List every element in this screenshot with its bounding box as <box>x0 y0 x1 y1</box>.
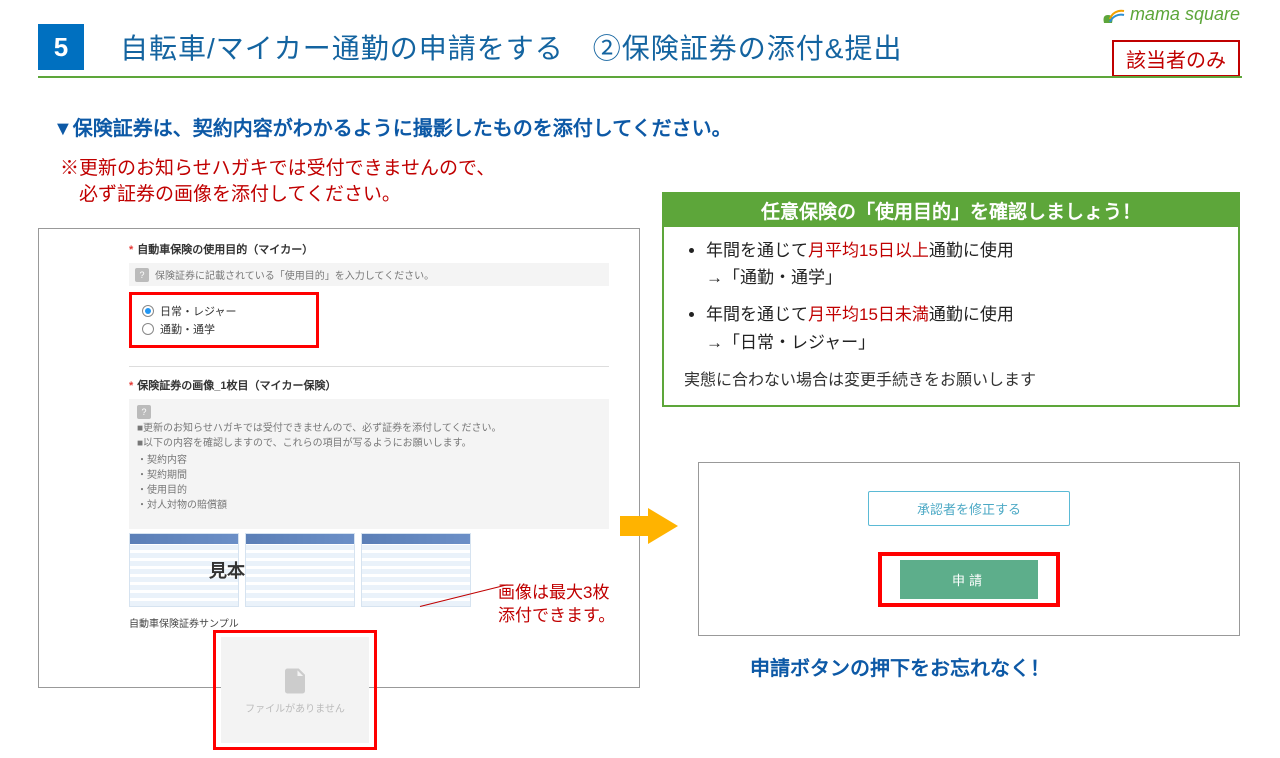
file-placeholder-text: ファイルがありません <box>245 700 345 715</box>
usage-purpose-info-box: 任意保険の「使用目的」を確認しましょう！ 年間を通じて月平均15日以上通勤に使用… <box>662 192 1240 407</box>
submit-screenshot-right: 承認者を修正する 申請 <box>698 462 1240 636</box>
warning-line-2: 必ず証券の画像を添付してください。 <box>60 184 401 205</box>
info-item-1: 年間を通じて月平均15日以上通勤に使用 →「通勤・通学」 <box>706 237 1218 291</box>
file-icon <box>280 666 310 696</box>
info-box-footer: 実態に合わない場合は変更手続きをお願いします <box>684 368 1218 394</box>
section2-label: *保険証券の画像_1枚目（マイカー保険） <box>129 377 609 393</box>
section1-label: *自動車保険の使用目的（マイカー） <box>129 241 609 257</box>
arrow-icon <box>648 508 678 544</box>
file-upload-highlight: ファイルがありません <box>213 630 377 750</box>
sample-image-2 <box>245 533 355 607</box>
brand-logo: mama square <box>1100 4 1240 25</box>
page-header: 5 自転車/マイカー通勤の申請をする ②保険証券の添付&提出 <box>38 24 1242 78</box>
edit-approver-button[interactable]: 承認者を修正する <box>868 491 1070 526</box>
submit-button[interactable]: 申請 <box>900 560 1038 599</box>
step-number: 5 <box>38 24 84 70</box>
radio-commute[interactable]: 通勤・通学 <box>142 321 306 337</box>
sample-overlay-text: 見本 <box>209 557 245 583</box>
submit-highlight: 申請 <box>878 552 1060 607</box>
warning-instruction: ※更新のお知らせハガキでは受付できませんので、 必ず証券の画像を添付してください… <box>60 156 495 207</box>
section2-hint: ■更新のお知らせハガキでは受付できませんので、必ず証券を添付してください。 ■以… <box>129 399 609 529</box>
info-item-2: 年間を通じて月平均15日未満通勤に使用 →「日常・レジャー」 <box>706 301 1218 355</box>
info-box-body: 年間を通じて月平均15日以上通勤に使用 →「通勤・通学」 年間を通じて月平均15… <box>664 227 1238 405</box>
logo-text: mama square <box>1130 4 1240 25</box>
page-title: 自転車/マイカー通勤の申請をする ②保険証券の添付&提出 <box>120 27 1242 67</box>
section1-hint: 保険証券に記載されている「使用目的」を入力してください。 <box>129 263 609 286</box>
usage-purpose-radio-group: 日常・レジャー 通勤・通学 <box>129 292 319 348</box>
check-items-list: ・契約内容 ・契約期間 ・使用目的 ・対人対物の賠償額 <box>137 453 601 513</box>
image-limit-callout: 画像は最大3枚添付できます。 <box>498 582 615 628</box>
main-instruction: ▼保険証券は、契約内容がわかるように撮影したものを添付してください。 <box>53 112 732 141</box>
radio-leisure[interactable]: 日常・レジャー <box>142 303 306 319</box>
warning-line-1: ※更新のお知らせハガキでは受付できませんので、 <box>60 158 495 179</box>
sample-image-3 <box>361 533 471 607</box>
file-upload-box[interactable]: ファイルがありません <box>221 637 369 743</box>
info-box-header: 任意保険の「使用目的」を確認しましょう！ <box>664 194 1238 227</box>
submit-reminder: 申請ボタンの押下をお忘れなく！ <box>750 652 1050 681</box>
